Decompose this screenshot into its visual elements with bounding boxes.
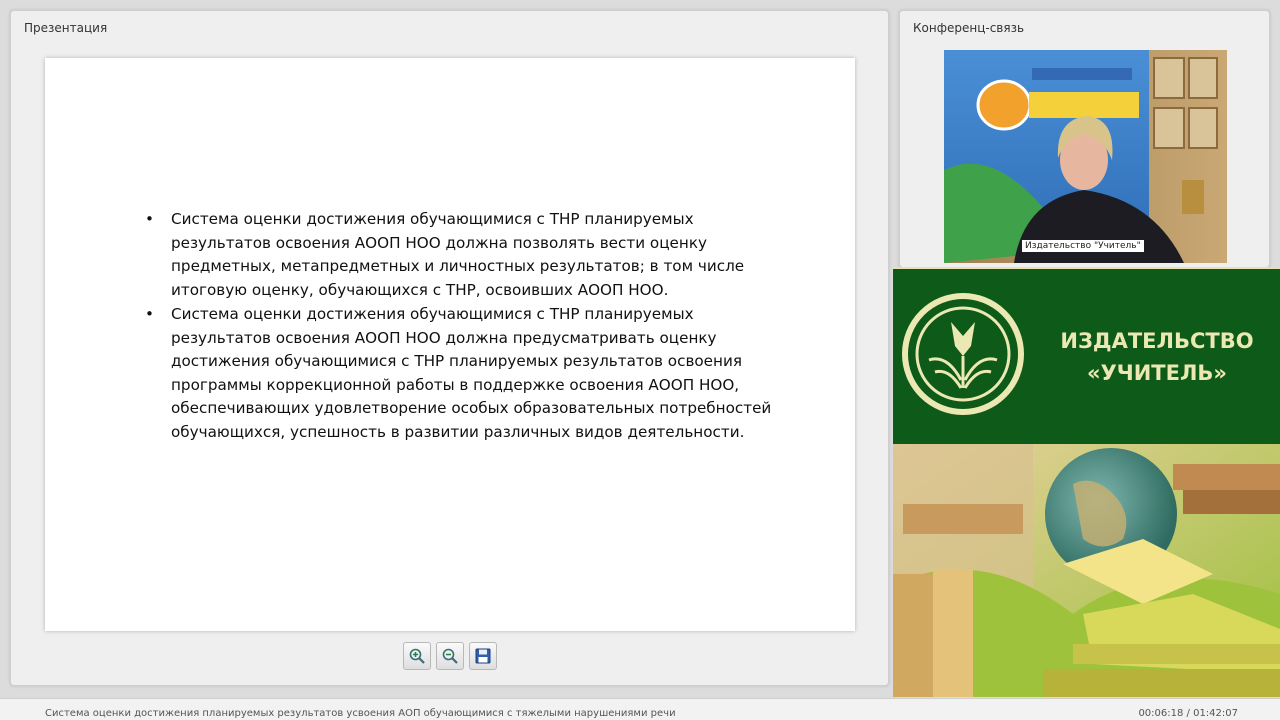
- publisher-logo-icon: [902, 293, 1024, 415]
- publisher-name: ИЗДАТЕЛЬСТВО «УЧИТЕЛЬ»: [1041, 325, 1273, 389]
- zoom-out-icon: [442, 648, 458, 664]
- save-icon: [475, 648, 491, 664]
- slide-toolbar: [403, 642, 497, 670]
- zoom-in-icon: [409, 648, 425, 664]
- presentation-slide: Система оценки достижения обучающимися с…: [45, 58, 855, 631]
- zoom-in-button[interactable]: [403, 642, 431, 670]
- status-bar: Система оценки достижения планируемых ре…: [0, 698, 1280, 720]
- presentation-panel-title: Презентация: [24, 21, 108, 35]
- webcam-video: Издательство "Учитель": [944, 50, 1227, 263]
- lecture-title: Система оценки достижения планируемых ре…: [45, 708, 676, 719]
- books-background-image: [893, 444, 1280, 697]
- playback-time: 00:06:18 / 01:42:07: [1138, 708, 1238, 719]
- save-button[interactable]: [469, 642, 497, 670]
- webcam-frame-image: [944, 50, 1227, 263]
- video-caption: Издательство "Учитель": [1022, 240, 1144, 252]
- zoom-out-button[interactable]: [436, 642, 464, 670]
- publisher-name-line1: ИЗДАТЕЛЬСТВО: [1060, 329, 1254, 353]
- publisher-name-line2: «УЧИТЕЛЬ»: [1087, 361, 1227, 385]
- publisher-banner: ИЗДАТЕЛЬСТВО «УЧИТЕЛЬ»: [893, 267, 1280, 444]
- presentation-panel: Презентация Система оценки достижения об…: [10, 10, 889, 686]
- slide-bullet: Система оценки достижения обучающимися с…: [145, 303, 781, 444]
- slide-bullet: Система оценки достижения обучающимися с…: [145, 208, 781, 302]
- conference-panel: Конференц-связь Издательство "Учитель": [899, 10, 1270, 268]
- slide-bullet-list: Система оценки достижения обучающимися с…: [145, 208, 781, 445]
- conference-panel-title: Конференц-связь: [913, 21, 1025, 35]
